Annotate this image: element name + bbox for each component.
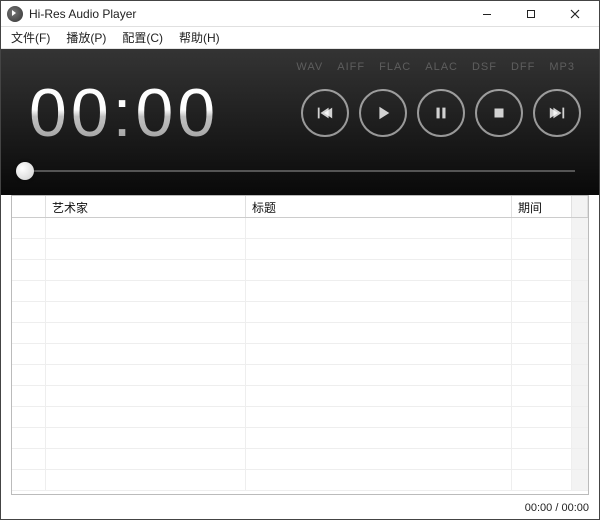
scrollbar-header — [572, 196, 588, 217]
seek-thumb[interactable] — [16, 162, 34, 180]
format-flac: FLAC — [379, 61, 411, 73]
col-number[interactable] — [12, 196, 46, 217]
main-row: 00:00 — [19, 79, 581, 147]
table-row — [12, 407, 588, 428]
time-display: 00:00 — [19, 79, 301, 147]
format-aiff: AIFF — [337, 61, 365, 73]
minimize-button[interactable] — [465, 1, 509, 27]
table-row — [12, 239, 588, 260]
player-panel: WAV AIFF FLAC ALAC DSF DFF MP3 00:00 — [1, 49, 599, 195]
window-title: Hi-Res Audio Player — [29, 7, 136, 21]
stop-button[interactable] — [475, 89, 523, 137]
table-row — [12, 302, 588, 323]
menu-config[interactable]: 配置(C) — [116, 27, 169, 48]
menu-file[interactable]: 文件(F) — [5, 27, 56, 48]
seek-bar[interactable] — [19, 161, 581, 181]
maximize-button[interactable] — [509, 1, 553, 27]
table-row — [12, 218, 588, 239]
table-row — [12, 281, 588, 302]
playlist-rows[interactable] — [12, 218, 588, 494]
col-title[interactable]: 标题 — [246, 196, 512, 217]
format-mp3: MP3 — [549, 61, 575, 73]
seek-track — [25, 170, 575, 172]
status-time: 00:00 / 00:00 — [525, 502, 589, 514]
format-wav: WAV — [296, 61, 323, 73]
next-button[interactable] — [533, 89, 581, 137]
close-button[interactable] — [553, 1, 597, 27]
table-row — [12, 428, 588, 449]
table-row — [12, 386, 588, 407]
playlist: 艺术家 标题 期间 — [11, 195, 589, 495]
menu-play[interactable]: 播放(P) — [60, 27, 112, 48]
play-button[interactable] — [359, 89, 407, 137]
table-row — [12, 323, 588, 344]
title-bar: Hi-Res Audio Player — [1, 1, 599, 27]
col-artist[interactable]: 艺术家 — [46, 196, 246, 217]
playlist-header: 艺术家 标题 期间 — [12, 196, 588, 218]
format-row: WAV AIFF FLAC ALAC DSF DFF MP3 — [19, 59, 581, 73]
previous-button[interactable] — [301, 89, 349, 137]
menu-bar: 文件(F) 播放(P) 配置(C) 帮助(H) — [1, 27, 599, 49]
table-row — [12, 449, 588, 470]
app-window: Hi-Res Audio Player 文件(F) 播放(P) 配置(C) 帮助… — [0, 0, 600, 520]
pause-button[interactable] — [417, 89, 465, 137]
table-row — [12, 365, 588, 386]
status-bar: 00:00 / 00:00 — [1, 499, 599, 519]
menu-help[interactable]: 帮助(H) — [173, 27, 226, 48]
format-dff: DFF — [511, 61, 535, 73]
table-row — [12, 470, 588, 491]
transport-controls — [301, 89, 581, 137]
app-icon — [7, 6, 23, 22]
col-duration[interactable]: 期间 — [512, 196, 572, 217]
playlist-area: 艺术家 标题 期间 — [1, 195, 599, 499]
format-alac: ALAC — [425, 61, 458, 73]
table-row — [12, 260, 588, 281]
table-row — [12, 344, 588, 365]
format-dsf: DSF — [472, 61, 497, 73]
